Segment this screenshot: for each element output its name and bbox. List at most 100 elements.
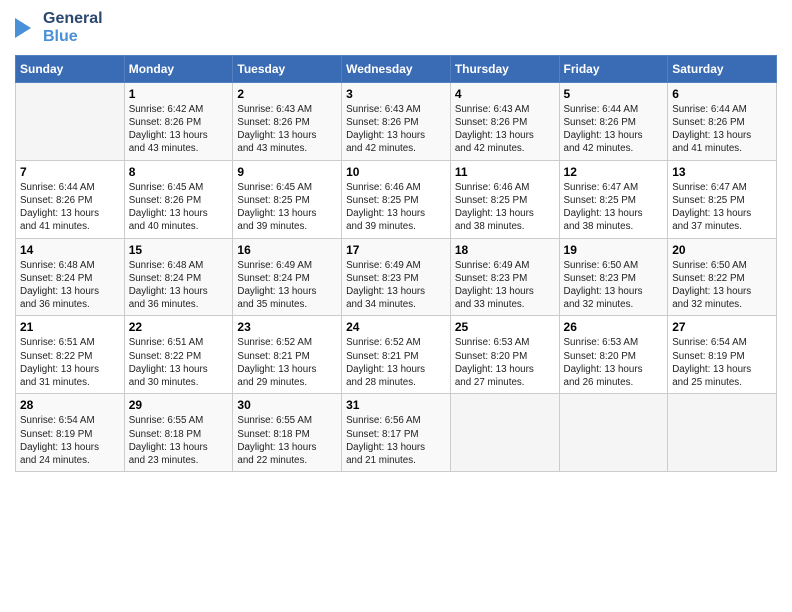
day-number: 13 (672, 165, 772, 179)
calendar-week-row: 7 Sunrise: 6:44 AM Sunset: 8:26 PM Daylig… (16, 160, 777, 238)
calendar-cell: 6 Sunrise: 6:44 AM Sunset: 8:26 PM Daylig… (668, 82, 777, 160)
calendar-week-row: 28Sunrise: 6:54 AM Sunset: 8:19 PM Dayli… (16, 394, 777, 472)
day-info: Sunrise: 6:50 AM Sunset: 8:23 PM Dayligh… (564, 259, 664, 312)
day-number: 26 (564, 320, 664, 334)
day-number: 29 (129, 398, 229, 412)
day-number: 4 (455, 87, 555, 101)
day-info: Sunrise: 6:53 AM Sunset: 8:20 PM Dayligh… (564, 336, 664, 389)
calendar-cell: 26 Sunrise: 6:53 AM Sunset: 8:20 PM Dayli… (559, 316, 668, 394)
day-number: 21 (20, 320, 120, 334)
calendar-cell: 17 Sunrise: 6:49 AM Sunset: 8:23 PM Dayli… (342, 238, 451, 316)
day-number: 7 (20, 165, 120, 179)
calendar-cell: 30Sunrise: 6:55 AM Sunset: 8:18 PM Dayli… (233, 394, 342, 472)
calendar-cell: 2 Sunrise: 6:43 AM Sunset: 8:26 PM Daylig… (233, 82, 342, 160)
day-number: 18 (455, 243, 555, 257)
day-info: Sunrise: 6:49 AM Sunset: 8:24 PM Dayligh… (237, 259, 337, 312)
day-number: 8 (129, 165, 229, 179)
weekday-header-row: SundayMondayTuesdayWednesdayThursdayFrid… (16, 55, 777, 82)
calendar-cell: 4 Sunrise: 6:43 AM Sunset: 8:26 PM Daylig… (450, 82, 559, 160)
page-header: GeneralBlue (15, 10, 777, 47)
day-number: 23 (237, 320, 337, 334)
weekday-header-monday: Monday (124, 55, 233, 82)
calendar-table: SundayMondayTuesdayWednesdayThursdayFrid… (15, 55, 777, 472)
logo-bird-icon (15, 14, 39, 42)
calendar-cell: 18 Sunrise: 6:49 AM Sunset: 8:23 PM Dayli… (450, 238, 559, 316)
day-number: 15 (129, 243, 229, 257)
weekday-header-wednesday: Wednesday (342, 55, 451, 82)
calendar-cell: 23 Sunrise: 6:52 AM Sunset: 8:21 PM Dayli… (233, 316, 342, 394)
calendar-cell: 12Sunrise: 6:47 AM Sunset: 8:25 PM Dayli… (559, 160, 668, 238)
logo-general: General (43, 10, 103, 28)
day-info: Sunrise: 6:42 AM Sunset: 8:26 PM Dayligh… (129, 103, 229, 156)
day-info: Sunrise: 6:44 AM Sunset: 8:26 PM Dayligh… (20, 181, 120, 234)
calendar-cell: 9 Sunrise: 6:45 AM Sunset: 8:25 PM Daylig… (233, 160, 342, 238)
day-number: 11 (455, 165, 555, 179)
calendar-cell: 14Sunrise: 6:48 AM Sunset: 8:24 PM Dayli… (16, 238, 125, 316)
calendar-cell: 7 Sunrise: 6:44 AM Sunset: 8:26 PM Daylig… (16, 160, 125, 238)
day-info: Sunrise: 6:46 AM Sunset: 8:25 PM Dayligh… (455, 181, 555, 234)
calendar-cell: 25Sunrise: 6:53 AM Sunset: 8:20 PM Dayli… (450, 316, 559, 394)
calendar-cell: 29 Sunrise: 6:55 AM Sunset: 8:18 PM Dayli… (124, 394, 233, 472)
day-info: Sunrise: 6:43 AM Sunset: 8:26 PM Dayligh… (346, 103, 446, 156)
day-info: Sunrise: 6:52 AM Sunset: 8:21 PM Dayligh… (237, 336, 337, 389)
day-number: 31 (346, 398, 446, 412)
day-info: Sunrise: 6:47 AM Sunset: 8:25 PM Dayligh… (672, 181, 772, 234)
day-number: 28 (20, 398, 120, 412)
day-info: Sunrise: 6:49 AM Sunset: 8:23 PM Dayligh… (346, 259, 446, 312)
day-info: Sunrise: 6:55 AM Sunset: 8:18 PM Dayligh… (237, 414, 337, 467)
day-info: Sunrise: 6:48 AM Sunset: 8:24 PM Dayligh… (129, 259, 229, 312)
day-number: 16 (237, 243, 337, 257)
day-info: Sunrise: 6:45 AM Sunset: 8:26 PM Dayligh… (129, 181, 229, 234)
day-number: 25 (455, 320, 555, 334)
calendar-cell: 15 Sunrise: 6:48 AM Sunset: 8:24 PM Dayli… (124, 238, 233, 316)
day-info: Sunrise: 6:49 AM Sunset: 8:23 PM Dayligh… (455, 259, 555, 312)
day-number: 1 (129, 87, 229, 101)
calendar-cell: 11 Sunrise: 6:46 AM Sunset: 8:25 PM Dayli… (450, 160, 559, 238)
day-info: Sunrise: 6:43 AM Sunset: 8:26 PM Dayligh… (237, 103, 337, 156)
day-number: 10 (346, 165, 446, 179)
day-number: 17 (346, 243, 446, 257)
calendar-cell (559, 394, 668, 472)
day-info: Sunrise: 6:54 AM Sunset: 8:19 PM Dayligh… (672, 336, 772, 389)
calendar-cell: 16 Sunrise: 6:49 AM Sunset: 8:24 PM Dayli… (233, 238, 342, 316)
weekday-header-friday: Friday (559, 55, 668, 82)
day-number: 6 (672, 87, 772, 101)
calendar-week-row: 14Sunrise: 6:48 AM Sunset: 8:24 PM Dayli… (16, 238, 777, 316)
day-number: 12 (564, 165, 664, 179)
calendar-cell (16, 82, 125, 160)
day-number: 20 (672, 243, 772, 257)
calendar-cell: 27Sunrise: 6:54 AM Sunset: 8:19 PM Dayli… (668, 316, 777, 394)
calendar-week-row: 1 Sunrise: 6:42 AM Sunset: 8:26 PM Daylig… (16, 82, 777, 160)
day-number: 9 (237, 165, 337, 179)
day-info: Sunrise: 6:45 AM Sunset: 8:25 PM Dayligh… (237, 181, 337, 234)
day-info: Sunrise: 6:44 AM Sunset: 8:26 PM Dayligh… (564, 103, 664, 156)
logo-blue: Blue (43, 28, 103, 46)
weekday-header-saturday: Saturday (668, 55, 777, 82)
calendar-cell: 8 Sunrise: 6:45 AM Sunset: 8:26 PM Daylig… (124, 160, 233, 238)
calendar-cell: 24Sunrise: 6:52 AM Sunset: 8:21 PM Dayli… (342, 316, 451, 394)
day-info: Sunrise: 6:48 AM Sunset: 8:24 PM Dayligh… (20, 259, 120, 312)
calendar-cell: 19Sunrise: 6:50 AM Sunset: 8:23 PM Dayli… (559, 238, 668, 316)
calendar-cell: 13 Sunrise: 6:47 AM Sunset: 8:25 PM Dayli… (668, 160, 777, 238)
calendar-cell: 20 Sunrise: 6:50 AM Sunset: 8:22 PM Dayli… (668, 238, 777, 316)
weekday-header-sunday: Sunday (16, 55, 125, 82)
day-info: Sunrise: 6:43 AM Sunset: 8:26 PM Dayligh… (455, 103, 555, 156)
calendar-cell: 22 Sunrise: 6:51 AM Sunset: 8:22 PM Dayli… (124, 316, 233, 394)
calendar-week-row: 21 Sunrise: 6:51 AM Sunset: 8:22 PM Dayli… (16, 316, 777, 394)
day-info: Sunrise: 6:50 AM Sunset: 8:22 PM Dayligh… (672, 259, 772, 312)
calendar-cell: 21 Sunrise: 6:51 AM Sunset: 8:22 PM Dayli… (16, 316, 125, 394)
day-info: Sunrise: 6:55 AM Sunset: 8:18 PM Dayligh… (129, 414, 229, 467)
day-number: 24 (346, 320, 446, 334)
calendar-cell: 3Sunrise: 6:43 AM Sunset: 8:26 PM Daylig… (342, 82, 451, 160)
calendar-cell: 31 Sunrise: 6:56 AM Sunset: 8:17 PM Dayli… (342, 394, 451, 472)
day-info: Sunrise: 6:51 AM Sunset: 8:22 PM Dayligh… (20, 336, 120, 389)
day-number: 2 (237, 87, 337, 101)
day-number: 22 (129, 320, 229, 334)
calendar-cell: 10Sunrise: 6:46 AM Sunset: 8:25 PM Dayli… (342, 160, 451, 238)
calendar-cell (450, 394, 559, 472)
day-info: Sunrise: 6:44 AM Sunset: 8:26 PM Dayligh… (672, 103, 772, 156)
calendar-cell: 1 Sunrise: 6:42 AM Sunset: 8:26 PM Daylig… (124, 82, 233, 160)
day-info: Sunrise: 6:51 AM Sunset: 8:22 PM Dayligh… (129, 336, 229, 389)
calendar-cell: 28Sunrise: 6:54 AM Sunset: 8:19 PM Dayli… (16, 394, 125, 472)
day-info: Sunrise: 6:56 AM Sunset: 8:17 PM Dayligh… (346, 414, 446, 467)
